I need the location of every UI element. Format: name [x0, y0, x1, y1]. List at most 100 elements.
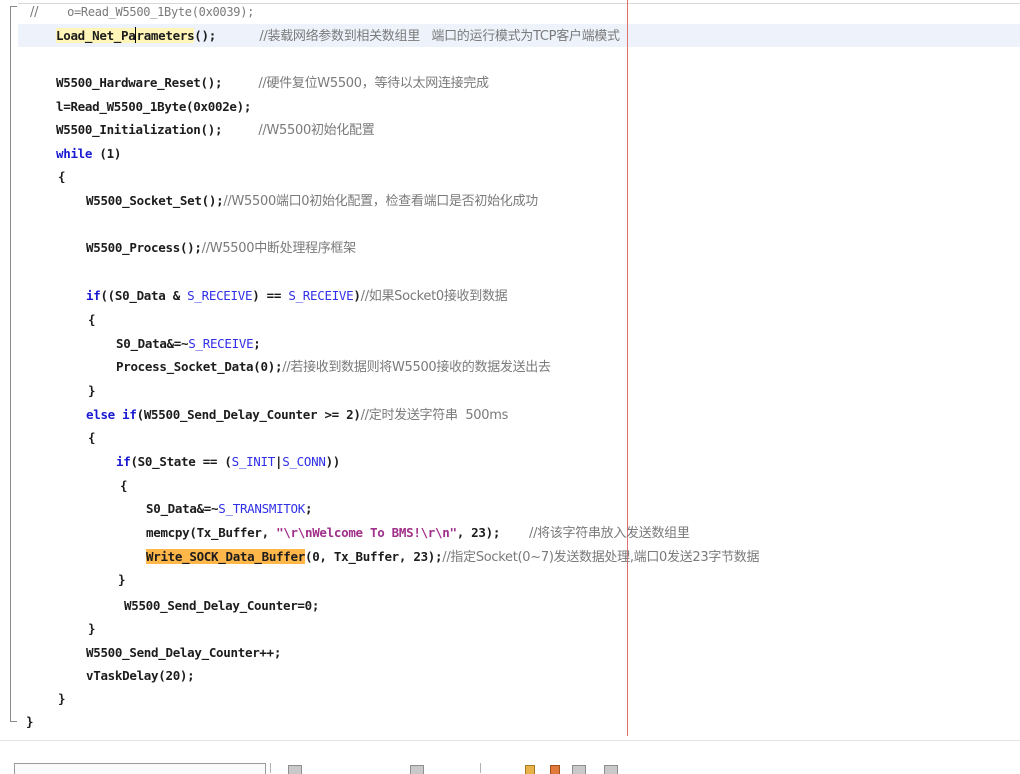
comment-token: //硬件复位W5500，等待以太网连接完成 — [258, 76, 489, 91]
panel-icon[interactable] — [288, 765, 302, 774]
punctuation-token: (0); — [253, 359, 283, 374]
code-line[interactable]: W5500_Hardware_Reset(); //硬件复位W5500，等待以太… — [56, 73, 489, 93]
brace-token: } — [118, 572, 126, 587]
brace-token: } — [88, 383, 96, 398]
code-editor[interactable]: // o=Read_W5500_1Byte(0x0039); Load_Net_… — [0, 0, 1020, 740]
brace-token: { — [88, 312, 96, 327]
macro-token: S_TRANSMITOK — [218, 501, 305, 516]
breakpoint-icon[interactable] — [550, 765, 560, 774]
function-call-highlighted: Write_SOCK_Data_Buffer — [146, 549, 305, 564]
brace-token: } — [88, 621, 96, 636]
comment-token: o=Read_W5500_1Byte(0x0039); — [67, 5, 255, 19]
comment-token: //指定Socket(0~7)发送数据处理,端口0发送23字节数据 — [442, 550, 760, 565]
code-token: vTaskDelay(20); — [86, 668, 195, 683]
brace-token: { — [88, 430, 96, 445]
code-token: (S0_State == ( — [130, 454, 232, 469]
macro-token: S_RECEIVE — [288, 288, 354, 303]
code-line[interactable]: W5500_Process();//W5500中断处理程序框架 — [86, 238, 356, 258]
code-line[interactable]: else if(W5500_Send_Delay_Counter >= 2)//… — [86, 405, 508, 425]
code-token: W5500_Send_Delay_Counter=0; — [124, 598, 320, 613]
bookmark-icon[interactable] — [525, 765, 535, 774]
keyword-token: if — [86, 288, 101, 303]
code-line[interactable]: vTaskDelay(20); — [86, 666, 195, 686]
comment-token: //若接收到数据则将W5500接收的数据发送出去 — [282, 360, 551, 375]
code-token: S0_Data&=~ — [146, 501, 219, 516]
code-line[interactable]: S0_Data&=~S_RECEIVE; — [116, 334, 261, 354]
code-line[interactable]: Process_Socket_Data(0);//若接收到数据则将W5500接收… — [116, 357, 551, 377]
code-line[interactable]: } — [88, 619, 96, 639]
function-call-highlighted: Load_Net_Parameters — [56, 27, 195, 43]
code-token: (W5500_Send_Delay_Counter >= 2) — [136, 407, 361, 422]
identifier-token: Process_Socket_Data — [116, 359, 254, 374]
punctuation-token: (); — [200, 75, 223, 90]
code-token: , 23); — [456, 525, 501, 540]
code-token: ) — [353, 288, 361, 303]
code-token: )) — [325, 454, 341, 469]
code-line[interactable]: while (1) — [56, 144, 121, 164]
code-line[interactable]: } — [118, 570, 126, 590]
code-line[interactable]: memcpy(Tx_Buffer, "\r\nWelcome To BMS!\r… — [146, 523, 690, 543]
identifier-token: Load_Net_Pa — [56, 28, 136, 43]
comment-token: //装载网络参数到相关数组里 端口的运行模式为TCP客户端模式 — [259, 29, 620, 44]
comment-token: //将该字符串放入发送数组里 — [528, 526, 690, 541]
string-literal: "\r\nWelcome To BMS!\r\n" — [276, 525, 457, 540]
macro-token: S_INIT — [231, 454, 276, 469]
code-token: memcpy(Tx_Buffer, — [146, 525, 277, 540]
brace-token: } — [26, 714, 34, 729]
window-icon[interactable] — [604, 765, 618, 774]
keyword-token: if — [116, 454, 131, 469]
comment-token: //如果Socket0接收到数据 — [360, 289, 508, 304]
code-line[interactable]: } — [26, 712, 34, 732]
punctuation-token: (); — [200, 122, 223, 137]
code-token: ((S0_Data & — [100, 288, 188, 303]
identifier-token: W5500_Socket_Set — [86, 193, 202, 208]
code-token: ) == — [252, 288, 289, 303]
right-edge-guide — [627, 0, 628, 736]
window-icon[interactable] — [572, 765, 586, 774]
code-token: (1) — [92, 146, 122, 161]
code-line[interactable]: { — [88, 310, 96, 330]
macro-token: S_RECEIVE — [188, 336, 254, 351]
comment-token: //定时发送字符串 500ms — [360, 408, 509, 423]
punctuation-token: ; — [304, 501, 313, 516]
comment-token: //W5500端口0初始化配置，检查看端口是否初始化成功 — [223, 194, 538, 209]
code-line[interactable]: W5500_Socket_Set();//W5500端口0初始化配置，检查看端口… — [86, 191, 538, 211]
identifier-token: W5500_Hardware_Reset — [56, 75, 201, 90]
code-line[interactable]: W5500_Send_Delay_Counter=0; — [124, 596, 319, 616]
punctuation-token: (); — [179, 240, 202, 255]
keyword-token: else if — [86, 407, 137, 422]
code-line[interactable]: { — [58, 167, 66, 187]
punctuation-token: (); — [201, 193, 224, 208]
code-line[interactable]: l=Read_W5500_1Byte(0x002e); — [56, 97, 251, 117]
brace-token: { — [58, 169, 66, 184]
code-line[interactable]: } — [58, 689, 66, 709]
comment-token: //W5500中断处理程序框架 — [201, 241, 357, 256]
code-token: (0, Tx_Buffer, 23); — [304, 549, 443, 564]
bottom-toolbar — [0, 740, 1020, 774]
code-line[interactable]: W5500_Send_Delay_Counter++; — [86, 643, 281, 663]
macro-token: S_CONN — [282, 454, 326, 469]
code-line[interactable]: { — [88, 428, 96, 448]
status-input-field[interactable] — [14, 763, 266, 774]
code-line[interactable]: // o=Read_W5500_1Byte(0x0039); — [30, 2, 254, 22]
code-line[interactable]: if((S0_Data & S_RECEIVE) == S_RECEIVE)//… — [86, 286, 508, 306]
code-line[interactable]: W5500_Initialization(); //W5500初始化配置 — [56, 120, 375, 140]
code-token: l=Read_W5500_1Byte(0x002e); — [56, 99, 252, 114]
code-line[interactable]: { — [120, 476, 128, 496]
code-line[interactable]: if(S0_State == (S_INIT|S_CONN)) — [116, 452, 340, 472]
brace-token: } — [58, 691, 66, 706]
fold-marker-top — [10, 6, 17, 7]
code-line[interactable]: S0_Data&=~S_TRANSMITOK; — [146, 499, 313, 519]
code-line[interactable]: } — [88, 381, 96, 401]
code-line[interactable]: Load_Net_Parameters(); //装载网络参数到相关数组里 端口… — [56, 26, 620, 46]
code-token: W5500_Send_Delay_Counter++; — [86, 645, 282, 660]
fold-marker-end — [10, 721, 17, 722]
comment-token: // — [30, 5, 39, 20]
macro-token: S_RECEIVE — [187, 288, 253, 303]
panel-icon[interactable] — [410, 765, 424, 774]
punctuation-token: ; — [253, 336, 261, 351]
identifier-token: W5500_Initialization — [56, 122, 201, 137]
identifier-token: W5500_Process — [86, 240, 180, 255]
fold-guide-line[interactable] — [10, 6, 11, 722]
code-line[interactable]: Write_SOCK_Data_Buffer(0, Tx_Buffer, 23)… — [146, 547, 759, 567]
